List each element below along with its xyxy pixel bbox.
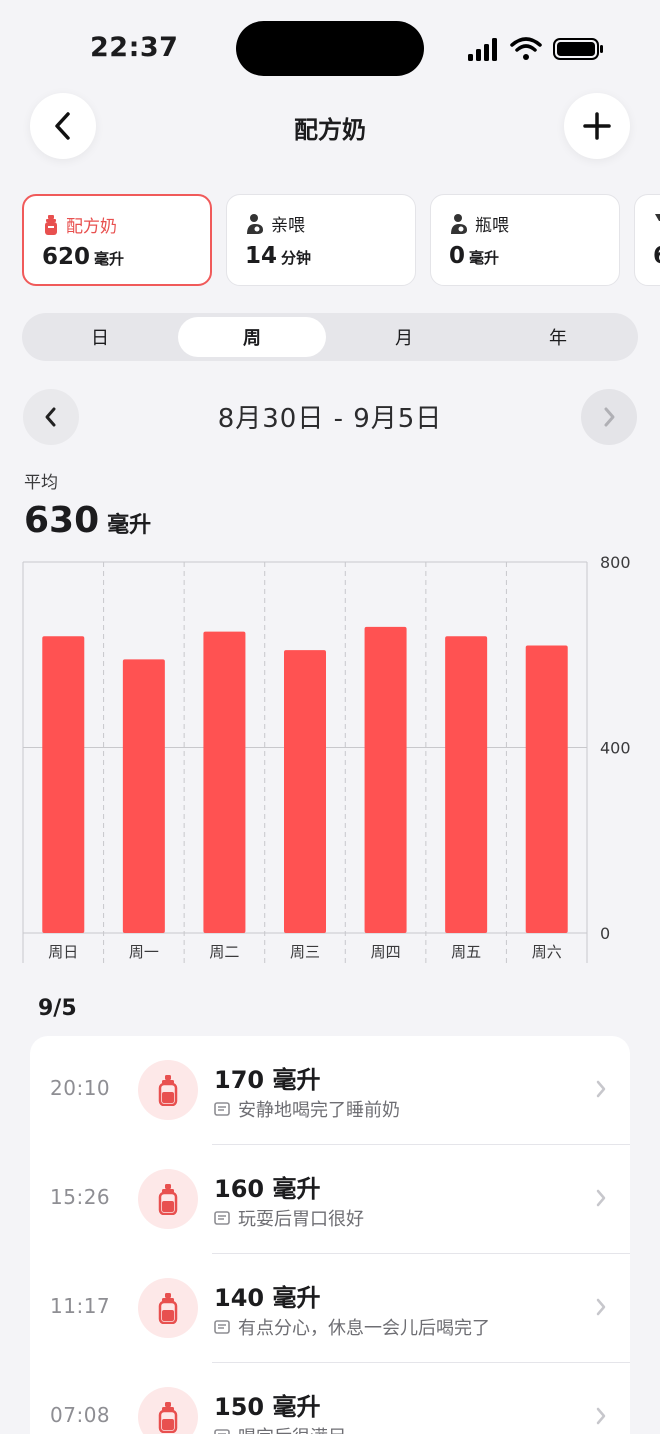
period-segmented-control: 日 周 月 年 (22, 313, 638, 361)
entry-note: 喝完后很满足 (238, 1423, 346, 1434)
segment-day[interactable]: 日 (26, 317, 174, 357)
status-icons (468, 37, 603, 61)
y-tick-label: 0 (600, 924, 610, 943)
card-label: 配方奶 (66, 217, 117, 237)
average-unit: 毫升 (107, 513, 152, 538)
next-week-button[interactable] (581, 389, 637, 445)
status-bar: 22:37 (0, 0, 660, 96)
dynamic-island (236, 21, 424, 76)
average-value: 630 毫升 (24, 500, 151, 541)
entry-amount: 150 毫升 (214, 1393, 321, 1421)
bar-周三 (284, 650, 326, 933)
entry-note: 有点分心，休息一会儿后喝完了 (238, 1318, 490, 1339)
x-tick-label: 周二 (209, 943, 239, 961)
note-icon (214, 1320, 230, 1334)
status-time: 22:37 (90, 32, 179, 63)
note-icon (214, 1211, 230, 1225)
segment-week[interactable]: 周 (178, 317, 326, 357)
weekly-bar-chart: 周日 周一 周二 周三 周四 周五 周六 0 400 800 (22, 553, 631, 963)
entry-time: 07:08 (50, 1403, 111, 1427)
x-tick-label: 周四 (371, 943, 401, 961)
breastfeed-icon (451, 213, 467, 234)
card-pump[interactable]: 6 (634, 194, 660, 286)
chevron-right-icon (596, 1298, 606, 1316)
chevron-right-icon (596, 1189, 606, 1207)
day-date-header: 9/5 (38, 996, 77, 1021)
card-value: 620 (42, 244, 91, 270)
feeding-entry-list: 20:10 170 毫升 安静地喝完了睡前奶 15:26 160 毫升 玩耍后胃… (30, 1036, 630, 1434)
entry-time: 20:10 (50, 1076, 111, 1100)
entry-time: 11:17 (50, 1294, 111, 1318)
card-bottle-breastmilk[interactable]: 瓶喂 0 毫升 (430, 194, 620, 286)
list-item[interactable]: 11:17 140 毫升 有点分心，休息一会儿后喝完了 (30, 1254, 630, 1363)
entry-time: 15:26 (50, 1185, 111, 1209)
list-item[interactable]: 15:26 160 毫升 玩耍后胃口很好 (30, 1145, 630, 1254)
bar-周四 (364, 626, 407, 933)
average-number: 630 (24, 500, 100, 541)
note-icon (214, 1429, 230, 1434)
bottle-icon-badge (138, 1278, 198, 1338)
bottle-icon (158, 1075, 178, 1106)
entry-note: 安静地喝完了睡前奶 (238, 1100, 400, 1121)
bar-周日 (42, 636, 85, 933)
bar-周六 (525, 645, 568, 933)
x-tick-label: 周五 (451, 943, 481, 961)
summary-cards: 配方奶 620 毫升 亲喂 14 分钟 瓶喂 0 毫升 (22, 194, 660, 286)
week-range-label: 8月30日 - 9月5日 (217, 404, 443, 434)
y-tick-label: 800 (600, 553, 631, 572)
card-value: 6 (653, 243, 660, 269)
breastfeed-icon (247, 213, 263, 234)
bottle-icon (45, 214, 57, 235)
note-icon (214, 1102, 230, 1116)
entry-amount: 140 毫升 (214, 1284, 321, 1312)
x-tick-label: 周一 (129, 943, 159, 961)
plus-icon (583, 112, 611, 140)
entry-note: 玩耍后胃口很好 (238, 1209, 364, 1230)
y-tick-label: 400 (600, 739, 631, 758)
x-tick-label: 周六 (532, 943, 562, 961)
pump-icon (655, 214, 660, 221)
entry-amount: 160 毫升 (214, 1175, 321, 1203)
list-item[interactable]: 20:10 170 毫升 安静地喝完了睡前奶 (30, 1036, 630, 1145)
card-value: 14 (245, 243, 278, 269)
x-tick-label: 周三 (290, 943, 320, 961)
chevron-right-icon (604, 407, 615, 427)
card-unit: 毫升 (94, 250, 125, 268)
card-breastfeed[interactable]: 亲喂 14 分钟 (226, 194, 416, 286)
entry-amount: 170 毫升 (214, 1066, 321, 1094)
segment-year[interactable]: 年 (484, 317, 632, 357)
chevron-right-icon (596, 1080, 606, 1098)
segment-month[interactable]: 月 (330, 317, 478, 357)
bottle-icon (158, 1184, 178, 1215)
bar-周一 (122, 659, 165, 933)
bottle-icon-badge (138, 1060, 198, 1120)
add-button[interactable] (564, 93, 630, 159)
page-title: 配方奶 (294, 116, 366, 144)
chevron-right-icon (596, 1407, 606, 1425)
card-value: 0 (449, 243, 466, 269)
battery-icon (553, 38, 603, 60)
bar-周二 (203, 631, 246, 933)
wifi-icon (510, 37, 542, 60)
cellular-signal-icon (468, 38, 497, 61)
bottle-icon (158, 1402, 178, 1433)
card-label: 瓶喂 (475, 216, 509, 236)
list-item[interactable]: 07:08 150 毫升 喝完后很满足 (30, 1363, 630, 1434)
bottle-icon (158, 1293, 178, 1324)
card-formula[interactable]: 配方奶 620 毫升 (22, 194, 212, 286)
card-label: 亲喂 (271, 216, 305, 236)
bottle-icon-badge (138, 1169, 198, 1229)
card-unit: 分钟 (281, 249, 312, 267)
bar-周五 (445, 636, 488, 933)
x-tick-label: 周日 (48, 943, 78, 961)
bottle-icon-badge (138, 1387, 198, 1434)
average-label: 平均 (24, 473, 58, 493)
card-unit: 毫升 (469, 249, 500, 267)
